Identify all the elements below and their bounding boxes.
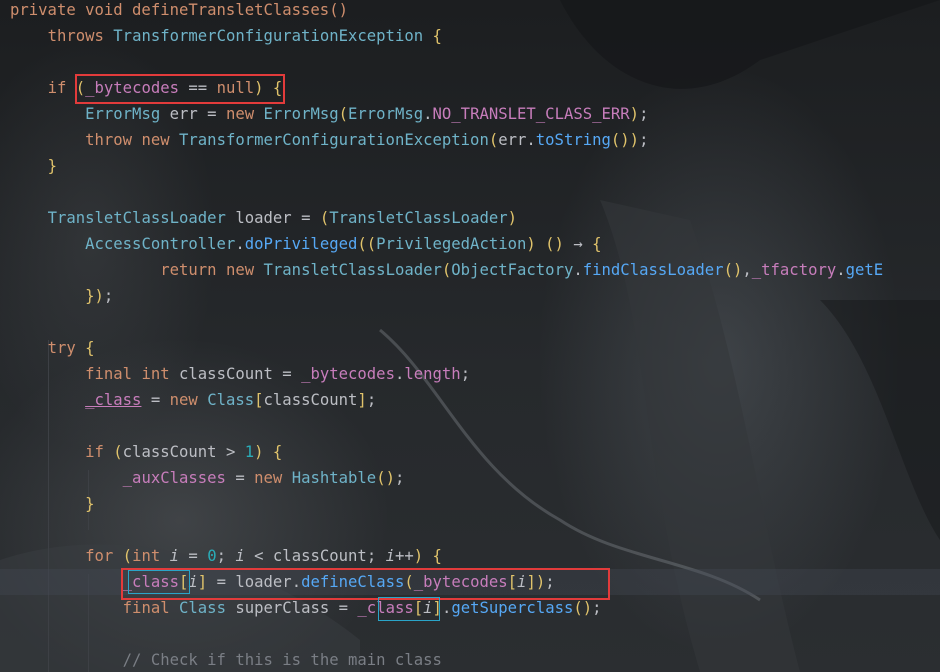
code-line-return[interactable]: return new TransletClassLoader(ObjectFac… xyxy=(10,257,883,283)
code-line-auxclasses[interactable]: _auxClasses = new Hashtable(); xyxy=(10,465,405,491)
keyword-int: int xyxy=(141,365,170,383)
var-err: err xyxy=(169,105,198,123)
var-loader: loader xyxy=(235,209,292,227)
type-loader: TransletClassLoader xyxy=(47,209,226,227)
code-line-for[interactable]: for (int i = 0; i < classCount; i++) { xyxy=(10,543,442,569)
code-line-class-array[interactable]: _class = new Class[classCount]; xyxy=(10,387,376,413)
keyword-throw: throw xyxy=(85,131,133,149)
keyword-final: final xyxy=(85,365,133,383)
code-line-2[interactable]: throws TransformerConfigurationException… xyxy=(10,23,442,49)
method-doprivileged: doPrivileged xyxy=(244,235,358,253)
type-object-factory: ObjectFactory xyxy=(451,261,574,279)
method-find-class-loader: findClassLoader xyxy=(582,261,724,279)
field-length: length xyxy=(404,365,461,383)
field-bytecodes: _bytecodes xyxy=(413,573,508,591)
code-line-comment[interactable]: // Check if this is the main class xyxy=(10,647,442,672)
field-tfactory: _tfactory xyxy=(751,261,837,279)
keyword-null: null xyxy=(216,79,255,97)
var-i: i xyxy=(423,599,433,617)
code-line-close-lambda[interactable]: }); xyxy=(10,283,113,309)
var-classcount: classCount xyxy=(179,365,273,383)
var-classcount: classCount xyxy=(122,443,217,461)
code-line-close-if-count[interactable]: } xyxy=(10,491,94,517)
var-i: i xyxy=(169,547,180,565)
field-bytecodes: _bytecodes xyxy=(85,79,180,97)
code-line-superclass[interactable]: final Class superClass = _class[i].getSu… xyxy=(10,595,602,621)
var-loader: loader xyxy=(235,573,292,591)
code-line-1[interactable]: private void defineTransletClasses() xyxy=(10,0,348,23)
keyword-final: final xyxy=(122,599,170,617)
var-err: err xyxy=(498,131,527,149)
type-hashtable: Hashtable xyxy=(291,469,377,487)
var-classcount: classCount xyxy=(263,391,358,409)
type-class: Class xyxy=(207,391,255,409)
keyword-new: new xyxy=(254,469,283,487)
code-line-errormsg[interactable]: ErrorMsg err = new ErrorMsg(ErrorMsg.NO_… xyxy=(10,101,648,127)
code-editor[interactable]: private void defineTransletClasses() thr… xyxy=(0,0,940,672)
method-defineclass: defineClass xyxy=(301,573,405,591)
keyword-if: if xyxy=(85,443,104,461)
code-line-loader[interactable]: TransletClassLoader loader = (TransletCl… xyxy=(10,205,517,231)
keyword-if: if xyxy=(47,79,67,97)
number-zero: 0 xyxy=(207,547,217,565)
code-line-classcount[interactable]: final int classCount = _bytecodes.length… xyxy=(10,361,470,387)
const-error: NO_TRANSLET_CLASS_ERR xyxy=(432,105,630,123)
var-superclass: superClass xyxy=(235,599,330,617)
code-line-try[interactable]: try { xyxy=(10,335,95,361)
type-loader: TransletClassLoader xyxy=(329,209,508,227)
code-line-if[interactable]: if (_bytecodes == null) { xyxy=(10,75,283,101)
keyword-return: return xyxy=(160,261,217,279)
method-tostring: toString xyxy=(535,131,611,149)
keyword-new: new xyxy=(225,105,255,123)
method-signature: private void defineTransletClasses() xyxy=(10,1,348,19)
field-class: _class xyxy=(357,599,414,617)
type-privileged-action: PrivilegedAction xyxy=(376,235,527,253)
method-get-truncated: getE xyxy=(845,261,884,279)
code-line-close-if[interactable]: } xyxy=(10,153,57,179)
number-literal: 1 xyxy=(244,443,255,461)
field-class: _class xyxy=(122,573,180,591)
field-bytecodes: _bytecodes xyxy=(301,365,395,383)
code-line-throw[interactable]: throw new TransformerConfigurationExcept… xyxy=(10,127,648,153)
code-comment: // Check if this is the main class xyxy=(122,651,442,669)
keyword-new: new xyxy=(225,261,255,279)
type-access-controller: AccessController xyxy=(85,235,236,253)
code-line-defineclass[interactable]: _class[i] = loader.defineClass(_bytecode… xyxy=(10,569,555,595)
method-getsuperclass: getSuperclass xyxy=(451,599,574,617)
keyword-new: new xyxy=(141,131,170,149)
type-errormsg: ErrorMsg xyxy=(348,105,424,123)
keyword-try: try xyxy=(47,339,76,357)
field-auxclasses: _auxClasses xyxy=(122,469,226,487)
type-class: Class xyxy=(179,599,226,617)
keyword-for: for xyxy=(85,547,114,565)
keyword-new: new xyxy=(169,391,198,409)
keyword-int: int xyxy=(132,547,161,565)
type-errormsg: ErrorMsg xyxy=(85,105,161,123)
exception-type: TransformerConfigurationException xyxy=(179,131,489,149)
code-line-if-count[interactable]: if (classCount > 1) { xyxy=(10,439,282,465)
type-errormsg: ErrorMsg xyxy=(263,105,339,123)
var-i: i xyxy=(235,547,245,565)
code-line-doprivileged[interactable]: AccessController.doPrivileged((Privilege… xyxy=(10,231,601,257)
var-i: i xyxy=(188,573,198,591)
type-loader: TransletClassLoader xyxy=(263,261,442,279)
exception-type: TransformerConfigurationException xyxy=(113,27,424,45)
field-class: _class xyxy=(85,391,142,409)
var-classcount: classCount xyxy=(272,547,367,565)
var-i: i xyxy=(385,547,395,565)
keyword-throws: throws xyxy=(47,27,104,45)
